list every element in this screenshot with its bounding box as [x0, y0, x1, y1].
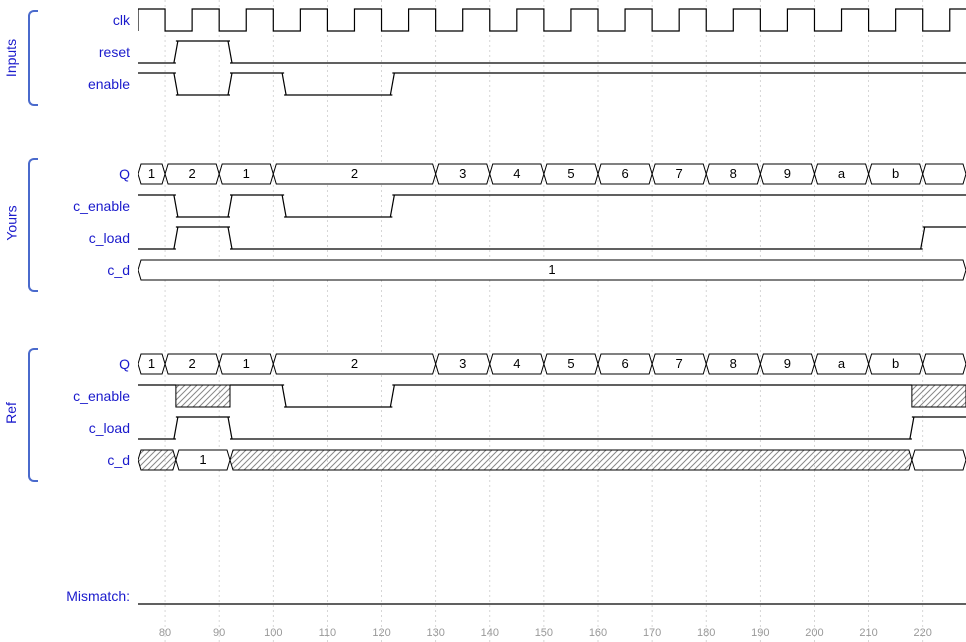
- signal-reset-label: reset: [0, 44, 138, 60]
- signal-yours-cd-label: c_d: [0, 262, 138, 278]
- svg-text:90: 90: [213, 627, 225, 639]
- svg-text:140: 140: [481, 627, 499, 639]
- svg-text:1: 1: [199, 452, 206, 467]
- svg-text:7: 7: [676, 166, 683, 181]
- svg-text:220: 220: [914, 627, 932, 639]
- waveform-chart: 1 2 1 2 3 4 5 6 7 8 9 a b 1 1 2 1 2 3 4 5 6 7 8 9 a b 1 80 90 100 110 1…: [138, 0, 966, 642]
- signal-ref-q-label: Q: [0, 356, 138, 372]
- svg-text:180: 180: [697, 627, 715, 639]
- svg-text:1: 1: [243, 166, 250, 181]
- svg-text:6: 6: [621, 166, 628, 181]
- signal-enable-label: enable: [0, 76, 138, 92]
- svg-text:7: 7: [676, 356, 683, 371]
- svg-text:170: 170: [643, 627, 661, 639]
- svg-text:2: 2: [351, 356, 358, 371]
- svg-text:110: 110: [319, 627, 337, 639]
- svg-text:8: 8: [730, 166, 737, 181]
- svg-text:b: b: [892, 166, 899, 181]
- svg-text:100: 100: [264, 627, 282, 639]
- signal-yours-cenable-label: c_enable: [0, 198, 138, 214]
- svg-text:210: 210: [859, 627, 877, 639]
- svg-text:2: 2: [189, 356, 196, 371]
- svg-text:5: 5: [567, 166, 574, 181]
- svg-text:190: 190: [751, 627, 769, 639]
- svg-text:3: 3: [459, 166, 466, 181]
- svg-text:120: 120: [372, 627, 390, 639]
- svg-text:4: 4: [513, 166, 520, 181]
- svg-text:9: 9: [784, 166, 791, 181]
- signal-yours-q-label: Q: [0, 166, 138, 182]
- signal-ref-cenable-label: c_enable: [0, 388, 138, 404]
- svg-text:1: 1: [148, 356, 155, 371]
- signal-ref-cload-label: c_load: [0, 420, 138, 436]
- svg-text:2: 2: [189, 166, 196, 181]
- svg-text:1: 1: [243, 356, 250, 371]
- svg-text:a: a: [838, 356, 846, 371]
- svg-text:160: 160: [589, 627, 607, 639]
- svg-text:80: 80: [159, 627, 171, 639]
- svg-text:9: 9: [784, 356, 791, 371]
- svg-text:130: 130: [426, 627, 444, 639]
- svg-text:b: b: [892, 356, 899, 371]
- svg-text:5: 5: [567, 356, 574, 371]
- signal-mismatch-label: Mismatch:: [0, 588, 138, 604]
- svg-text:150: 150: [535, 627, 553, 639]
- svg-text:1: 1: [548, 262, 555, 277]
- svg-text:6: 6: [621, 356, 628, 371]
- signal-ref-cd-label: c_d: [0, 452, 138, 468]
- signal-yours-cload-label: c_load: [0, 230, 138, 246]
- svg-text:3: 3: [459, 356, 466, 371]
- svg-text:a: a: [838, 166, 846, 181]
- svg-text:4: 4: [513, 356, 520, 371]
- svg-text:1: 1: [148, 166, 155, 181]
- svg-text:200: 200: [805, 627, 823, 639]
- signal-clk-label: clk: [0, 12, 138, 28]
- svg-text:8: 8: [730, 356, 737, 371]
- svg-text:2: 2: [351, 166, 358, 181]
